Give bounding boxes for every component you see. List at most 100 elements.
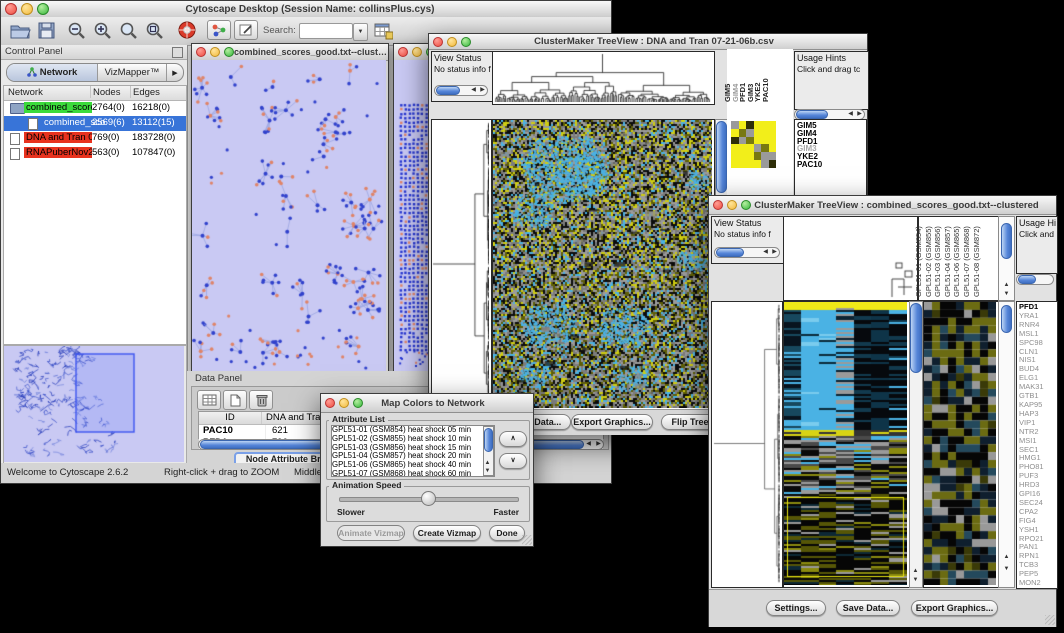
column-header-nodes[interactable]: Nodes: [90, 86, 120, 98]
attribute-select-button[interactable]: [197, 390, 221, 410]
float-panel-icon[interactable]: [172, 47, 183, 58]
move-up-button[interactable]: ∧: [499, 431, 527, 447]
tv2-column-dendrogram[interactable]: [783, 216, 918, 301]
minimize-icon[interactable]: [412, 47, 422, 57]
scroll-up-icon[interactable]: ▲: [1002, 553, 1011, 561]
help-lifering-icon[interactable]: [177, 20, 197, 40]
close-icon[interactable]: [5, 3, 17, 15]
scroll-up-icon[interactable]: ▲: [483, 459, 492, 467]
minimize-icon[interactable]: [727, 200, 737, 210]
zoom-window-icon[interactable]: [353, 398, 363, 408]
zoom-out-icon[interactable]: [67, 21, 86, 40]
close-icon[interactable]: [325, 398, 335, 408]
tv1-heatmap[interactable]: [492, 119, 715, 411]
heatmap-column-label[interactable]: GPL51-03 (GSM856): [933, 226, 942, 297]
annotation-tool-button[interactable]: [234, 20, 258, 40]
tv2-titlebar[interactable]: ClusterMaker TreeView : combined_scores_…: [709, 196, 1056, 215]
scroll-up-icon[interactable]: ▲: [1002, 281, 1011, 289]
resize-grip[interactable]: [522, 535, 532, 545]
tv2-save-data----button[interactable]: Save Data...: [836, 600, 900, 616]
delete-attribute-button[interactable]: [249, 390, 273, 410]
gene-label[interactable]: PAC10: [795, 161, 866, 169]
scroll-left-icon[interactable]: ◀: [469, 86, 478, 94]
zoom-selected-icon[interactable]: [119, 21, 138, 40]
heatmap-column-label[interactable]: GPL51-01 (GSM854): [914, 226, 923, 297]
id-column-header[interactable]: ID: [199, 412, 262, 424]
tv1-export-graphics----button[interactable]: Export Graphics...: [571, 414, 653, 430]
minimize-icon[interactable]: [339, 398, 349, 408]
heatmap-column-label[interactable]: GPL51-08 (GSM872): [972, 226, 981, 297]
tv2-settings----button[interactable]: Settings...: [766, 600, 826, 616]
network-tree-row[interactable]: combined_sco2569(6)13112(15): [4, 116, 186, 131]
heatmap-column-label[interactable]: GPL51-06 (GSM865): [952, 226, 961, 297]
close-icon[interactable]: [398, 47, 408, 57]
close-icon[interactable]: [196, 47, 206, 57]
zoom-window-icon[interactable]: [461, 37, 471, 47]
zoom-window-icon[interactable]: [224, 47, 234, 57]
tv2-row-dendrogram[interactable]: [711, 301, 783, 588]
network-overview-canvas[interactable]: [4, 346, 184, 462]
done-button[interactable]: Done: [489, 525, 525, 541]
zoom-window-icon[interactable]: [37, 3, 49, 15]
move-down-button[interactable]: ∨: [499, 453, 527, 469]
scroll-left-icon[interactable]: ◀: [761, 248, 770, 256]
tab-vizmapper[interactable]: VizMapper™: [98, 64, 166, 81]
animate-vizmap-button[interactable]: Animate Vizmap: [337, 525, 405, 541]
zoom-fit-icon[interactable]: [145, 21, 164, 40]
scroll-down-icon[interactable]: ▼: [1002, 290, 1011, 298]
search-input[interactable]: [299, 23, 353, 39]
save-icon[interactable]: [37, 21, 56, 40]
column-header-network[interactable]: Network: [6, 86, 43, 98]
tv1-titlebar[interactable]: ClusterMaker TreeView : DNA and Tran 07-…: [429, 34, 867, 50]
close-icon[interactable]: [713, 200, 723, 210]
main-titlebar[interactable]: Cytoscape Desktop (Session Name: collins…: [1, 1, 611, 18]
tv2-zoom-heatmap[interactable]: [923, 301, 999, 588]
tv2-usage-scrollbar[interactable]: [1016, 274, 1054, 285]
tv2-collabel-vscrollbar[interactable]: ▲ ▼: [998, 216, 1015, 301]
resize-grip[interactable]: [1045, 615, 1055, 625]
scroll-down-icon[interactable]: ▼: [911, 576, 920, 584]
scroll-right-icon[interactable]: ▶: [594, 440, 603, 448]
tv1-row-dendrogram[interactable]: [431, 119, 492, 411]
scroll-down-icon[interactable]: ▼: [1002, 565, 1011, 573]
network-tree-row[interactable]: RNAPuberNov2+I563(0)107847(0): [4, 146, 186, 161]
tv1-column-dendrogram[interactable]: [492, 51, 715, 105]
tab-network[interactable]: Network: [7, 64, 98, 81]
scroll-left-icon[interactable]: ◀: [584, 440, 593, 448]
create-vizmap-button[interactable]: Create Vizmap: [413, 525, 481, 541]
tv2-export-graphics----button[interactable]: Export Graphics...: [911, 600, 998, 616]
scroll-right-icon[interactable]: ▶: [855, 110, 864, 118]
tab-overflow-arrow[interactable]: ▶: [166, 64, 183, 81]
dialog-titlebar[interactable]: Map Colors to Network: [321, 394, 533, 413]
zoom-window-icon[interactable]: [741, 200, 751, 210]
minimize-icon[interactable]: [447, 37, 457, 47]
minimize-icon[interactable]: [210, 47, 220, 57]
zoom-in-icon[interactable]: [93, 21, 112, 40]
network-view-tool-button[interactable]: [207, 20, 231, 40]
tv2-status-scrollbar[interactable]: ◀ ▶: [714, 247, 780, 258]
attribute-list[interactable]: GPL51-01 (GSM854) heat shock 05 minGPL51…: [331, 425, 495, 477]
attribute-list-item[interactable]: GPL51-07 (GSM868) heat shock 60 min: [332, 470, 494, 477]
network-canvas[interactable]: [192, 60, 386, 371]
import-table-icon[interactable]: [373, 21, 393, 40]
minimize-icon[interactable]: [21, 3, 33, 15]
scroll-right-icon[interactable]: ▶: [478, 86, 487, 94]
tv2-heatmap[interactable]: [783, 301, 910, 588]
tv2-heatmap-vscrollbar[interactable]: ▲ ▼: [909, 301, 923, 588]
open-file-icon[interactable]: [9, 21, 31, 40]
correlation-matrix[interactable]: [731, 121, 776, 168]
heatmap-column-label[interactable]: GPL51-04 (GSM857): [943, 226, 952, 297]
new-attribute-button[interactable]: [223, 390, 247, 410]
gene-label[interactable]: MON2: [1019, 579, 1057, 588]
scroll-left-icon[interactable]: ◀: [846, 110, 855, 118]
scroll-right-icon[interactable]: ▶: [770, 248, 779, 256]
heatmap-column-label[interactable]: GPL51-07 (GSM868): [962, 226, 971, 297]
network-view-titlebar[interactable]: combined_scores_good.txt--cluste...: [192, 44, 388, 61]
scroll-down-icon[interactable]: ▼: [483, 467, 492, 475]
heatmap-column-label[interactable]: GPL51-02 (GSM855): [924, 226, 933, 297]
attribute-list-vscrollbar[interactable]: ▲ ▼: [483, 426, 494, 476]
scroll-up-icon[interactable]: ▲: [911, 567, 920, 575]
speed-slider-thumb[interactable]: [421, 491, 436, 506]
matrix-column-label[interactable]: PAC10: [761, 78, 770, 102]
network-tree-row[interactable]: combined_scores2764(0)16218(0): [4, 101, 186, 116]
